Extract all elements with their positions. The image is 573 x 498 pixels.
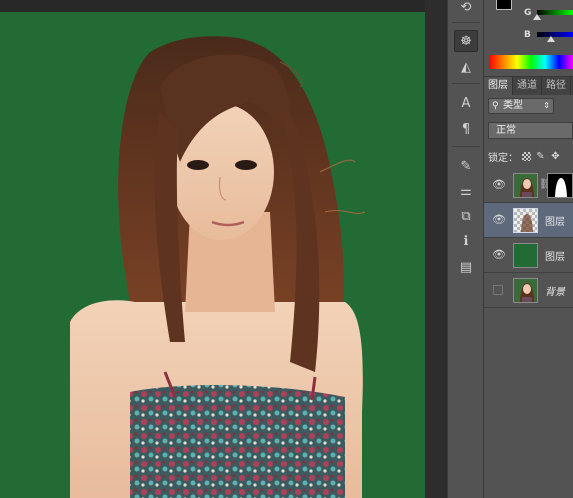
blue-slider[interactable] bbox=[537, 32, 573, 37]
color-spectrum-ramp[interactable] bbox=[489, 55, 573, 69]
filter-type-label: 类型 bbox=[503, 100, 523, 111]
brush-presets-icon[interactable]: ✎ bbox=[454, 155, 478, 177]
character-icon[interactable]: A bbox=[454, 92, 478, 114]
layer-row-background[interactable]: 背景 bbox=[484, 273, 573, 308]
layer-name: 图层 bbox=[545, 252, 565, 263]
document-workspace bbox=[0, 0, 447, 498]
lock-options-row: 锁定： ✎ ✥ bbox=[488, 148, 573, 164]
tab-layers[interactable]: 图层 bbox=[484, 77, 513, 95]
tab-paths[interactable]: 路径 bbox=[542, 77, 571, 95]
layers-panel: 图层 通道 路径 ⚲ 类型 ⇕ 正常 锁定： ✎ ✥ 👁 ⛓ 👁 图层 👁 图层… bbox=[484, 76, 573, 498]
green-channel-label: G bbox=[524, 8, 532, 18]
layer-name: 图层 bbox=[545, 217, 565, 228]
layer-row[interactable]: 👁 图层 bbox=[484, 238, 573, 273]
notes-icon[interactable]: ▤ bbox=[454, 256, 478, 278]
lock-transparent-icon[interactable] bbox=[522, 151, 531, 161]
strip-divider bbox=[452, 146, 480, 147]
layer-name: 背景 bbox=[545, 287, 565, 298]
blue-channel-label: B bbox=[524, 30, 531, 40]
lock-pixels-brush-icon[interactable]: ✎ bbox=[535, 151, 546, 162]
color-panel: G B bbox=[484, 0, 573, 75]
layer-row[interactable]: 👁 ⛓ bbox=[484, 168, 573, 203]
eye-icon[interactable]: 👁 bbox=[492, 249, 506, 261]
info-icon[interactable]: ℹ bbox=[454, 230, 478, 252]
layer-list: 👁 ⛓ 👁 图层 👁 图层 背景 bbox=[484, 168, 573, 308]
layers-panel-tabs: 图层 通道 路径 bbox=[484, 77, 573, 95]
blue-slider-handle[interactable] bbox=[547, 36, 555, 42]
link-icon[interactable]: ⟲ bbox=[454, 0, 478, 18]
paragraph-icon[interactable]: ¶ bbox=[454, 118, 478, 140]
histogram-icon[interactable]: ◭ bbox=[454, 56, 478, 78]
eye-icon[interactable]: 👁 bbox=[492, 179, 506, 191]
strip-divider bbox=[452, 83, 480, 84]
eye-icon[interactable]: 👁 bbox=[492, 214, 506, 226]
navigator-icon[interactable]: ☸ bbox=[454, 30, 478, 52]
mask-link-icon[interactable]: ⛓ bbox=[539, 179, 552, 191]
layer-thumbnail bbox=[513, 243, 538, 268]
panel-icon-strip: ⟲ ☸ ◭ A ¶ ✎ ⚌ ⧉ ℹ ▤ bbox=[447, 0, 484, 498]
adjustments-icon[interactable]: ⚌ bbox=[454, 180, 478, 202]
lock-label: 锁定： bbox=[488, 152, 518, 164]
document-canvas[interactable] bbox=[0, 12, 425, 498]
green-slider-handle[interactable] bbox=[533, 14, 541, 20]
search-icon: ⚲ bbox=[492, 101, 499, 111]
strip-divider bbox=[452, 22, 480, 23]
foreground-color-swatch[interactable] bbox=[496, 0, 512, 10]
right-panel-dock: G B 图层 通道 路径 ⚲ 类型 ⇕ 正常 锁定： ✎ ✥ 👁 ⛓ 👁 图层 … bbox=[484, 0, 573, 498]
tab-channels[interactable]: 通道 bbox=[513, 77, 542, 95]
blend-mode-select[interactable]: 正常 bbox=[488, 122, 573, 139]
visibility-toggle-off[interactable] bbox=[493, 285, 503, 295]
portrait-image bbox=[70, 36, 366, 498]
layer-thumbnail bbox=[513, 278, 538, 303]
layer-row-selected[interactable]: 👁 图层 bbox=[484, 203, 573, 238]
layer-thumbnail bbox=[513, 173, 538, 198]
canvas-scroll-gutter[interactable] bbox=[425, 0, 447, 498]
clone-source-icon[interactable]: ⧉ bbox=[454, 205, 478, 227]
chevron-updown-icon: ⇕ bbox=[543, 101, 550, 110]
green-slider[interactable] bbox=[537, 10, 573, 15]
layer-filter-select[interactable]: ⚲ 类型 ⇕ bbox=[488, 98, 554, 114]
layer-thumbnail bbox=[513, 208, 538, 233]
lock-position-move-icon[interactable]: ✥ bbox=[550, 151, 561, 162]
layer-mask-thumbnail[interactable] bbox=[547, 173, 573, 198]
